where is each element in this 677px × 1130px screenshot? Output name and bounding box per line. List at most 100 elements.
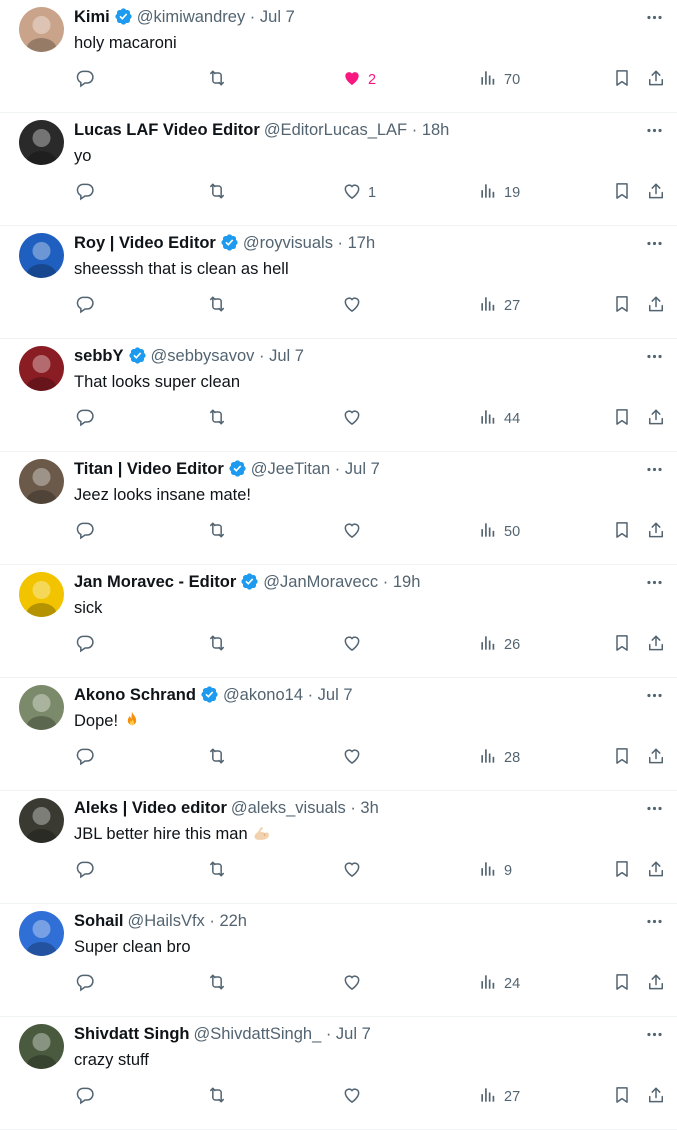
more-icon[interactable]: [643, 458, 665, 480]
reply-button[interactable]: [75, 408, 95, 430]
avatar[interactable]: [19, 572, 64, 617]
bookmark-button[interactable]: [612, 973, 632, 995]
like-button[interactable]: 1: [342, 182, 376, 204]
reply-button[interactable]: [75, 860, 95, 882]
retweet-button[interactable]: [207, 182, 227, 204]
share-button[interactable]: [646, 408, 666, 430]
avatar[interactable]: [19, 911, 64, 956]
share-button[interactable]: [646, 1086, 666, 1108]
views-button[interactable]: 9: [478, 860, 512, 882]
reply-item[interactable]: Akono Schrand @akono14 · Jul 7 Dope! 28: [0, 678, 677, 791]
timestamp[interactable]: Jul 7: [345, 460, 380, 478]
views-button[interactable]: 24: [478, 973, 520, 995]
views-button[interactable]: 19: [478, 182, 520, 204]
avatar[interactable]: [19, 459, 64, 504]
reply-item[interactable]: sebbY @sebbysavov · Jul 7 That looks super…: [0, 339, 677, 452]
display-name[interactable]: Shivdatt Singh: [74, 1025, 190, 1043]
display-name[interactable]: Jan Moravec - Editor: [74, 573, 236, 591]
user-handle[interactable]: @sebbysavov: [151, 347, 255, 365]
display-name[interactable]: Roy | Video Editor: [74, 234, 216, 252]
reply-button[interactable]: [75, 182, 95, 204]
more-icon[interactable]: [643, 684, 665, 706]
avatar[interactable]: [19, 1024, 64, 1069]
reply-item[interactable]: Roy | Video Editor @royvisuals · 17h shees…: [0, 226, 677, 339]
more-icon[interactable]: [643, 6, 665, 28]
retweet-button[interactable]: [207, 521, 227, 543]
bookmark-button[interactable]: [612, 634, 632, 656]
timestamp[interactable]: Jul 7: [336, 1025, 371, 1043]
retweet-button[interactable]: [207, 973, 227, 995]
views-button[interactable]: 27: [478, 1086, 520, 1108]
share-button[interactable]: [646, 860, 666, 882]
reply-item[interactable]: Sohail @HailsVfx · 22h Super clean bro 24: [0, 904, 677, 1017]
reply-item[interactable]: Jan Moravec - Editor @JanMoravecc · 19h si…: [0, 565, 677, 678]
more-icon[interactable]: [643, 119, 665, 141]
share-button[interactable]: [646, 973, 666, 995]
retweet-button[interactable]: [207, 1086, 227, 1108]
like-button[interactable]: [342, 634, 368, 656]
share-button[interactable]: [646, 747, 666, 769]
more-icon[interactable]: [643, 1023, 665, 1045]
reply-button[interactable]: [75, 973, 95, 995]
retweet-button[interactable]: [207, 860, 227, 882]
timestamp[interactable]: Jul 7: [318, 686, 353, 704]
timestamp[interactable]: 19h: [393, 573, 421, 591]
share-button[interactable]: [646, 69, 666, 91]
avatar[interactable]: [19, 7, 64, 52]
retweet-button[interactable]: [207, 634, 227, 656]
user-handle[interactable]: @kimiwandrey: [137, 8, 245, 26]
user-handle[interactable]: @royvisuals: [243, 234, 333, 252]
display-name[interactable]: Sohail: [74, 912, 124, 930]
views-button[interactable]: 70: [478, 69, 520, 91]
more-icon[interactable]: [643, 797, 665, 819]
views-button[interactable]: 44: [478, 408, 520, 430]
user-handle[interactable]: @EditorLucas_LAF: [264, 121, 407, 139]
more-icon[interactable]: [643, 571, 665, 593]
timestamp[interactable]: 22h: [219, 912, 247, 930]
timestamp[interactable]: 3h: [360, 799, 378, 817]
more-icon[interactable]: [643, 910, 665, 932]
like-button[interactable]: [342, 747, 368, 769]
share-button[interactable]: [646, 634, 666, 656]
more-icon[interactable]: [643, 232, 665, 254]
views-button[interactable]: 50: [478, 521, 520, 543]
reply-button[interactable]: [75, 69, 95, 91]
user-handle[interactable]: @HailsVfx: [128, 912, 205, 930]
like-button[interactable]: [342, 973, 368, 995]
retweet-button[interactable]: [207, 69, 227, 91]
views-button[interactable]: 26: [478, 634, 520, 656]
user-handle[interactable]: @JeeTitan: [251, 460, 330, 478]
more-icon[interactable]: [643, 345, 665, 367]
avatar[interactable]: [19, 233, 64, 278]
user-handle[interactable]: @akono14: [223, 686, 303, 704]
avatar[interactable]: [19, 346, 64, 391]
reply-item[interactable]: Kimi @kimiwandrey · Jul 7 holy macaroni 2 70: [0, 0, 677, 113]
share-button[interactable]: [646, 521, 666, 543]
like-button[interactable]: [342, 1086, 368, 1108]
timestamp[interactable]: Jul 7: [269, 347, 304, 365]
timestamp[interactable]: 17h: [348, 234, 376, 252]
display-name[interactable]: Akono Schrand: [74, 686, 196, 704]
display-name[interactable]: Titan | Video Editor: [74, 460, 224, 478]
like-button[interactable]: 2: [342, 69, 376, 91]
bookmark-button[interactable]: [612, 747, 632, 769]
user-handle[interactable]: @ShivdattSingh_: [194, 1025, 322, 1043]
timestamp[interactable]: Jul 7: [260, 8, 295, 26]
bookmark-button[interactable]: [612, 860, 632, 882]
bookmark-button[interactable]: [612, 408, 632, 430]
timestamp[interactable]: 18h: [422, 121, 450, 139]
reply-item[interactable]: Lucas LAF Video Editor @EditorLucas_LAF ·…: [0, 113, 677, 226]
views-button[interactable]: 28: [478, 747, 520, 769]
reply-button[interactable]: [75, 295, 95, 317]
reply-item[interactable]: Shivdatt Singh @ShivdattSingh_ · Jul 7 cra…: [0, 1017, 677, 1130]
bookmark-button[interactable]: [612, 295, 632, 317]
share-button[interactable]: [646, 182, 666, 204]
user-handle[interactable]: @aleks_visuals: [231, 799, 346, 817]
reply-item[interactable]: Titan | Video Editor @JeeTitan · Jul 7 Jee…: [0, 452, 677, 565]
like-button[interactable]: [342, 521, 368, 543]
reply-button[interactable]: [75, 634, 95, 656]
retweet-button[interactable]: [207, 408, 227, 430]
display-name[interactable]: Lucas LAF Video Editor: [74, 121, 260, 139]
reply-button[interactable]: [75, 747, 95, 769]
bookmark-button[interactable]: [612, 182, 632, 204]
